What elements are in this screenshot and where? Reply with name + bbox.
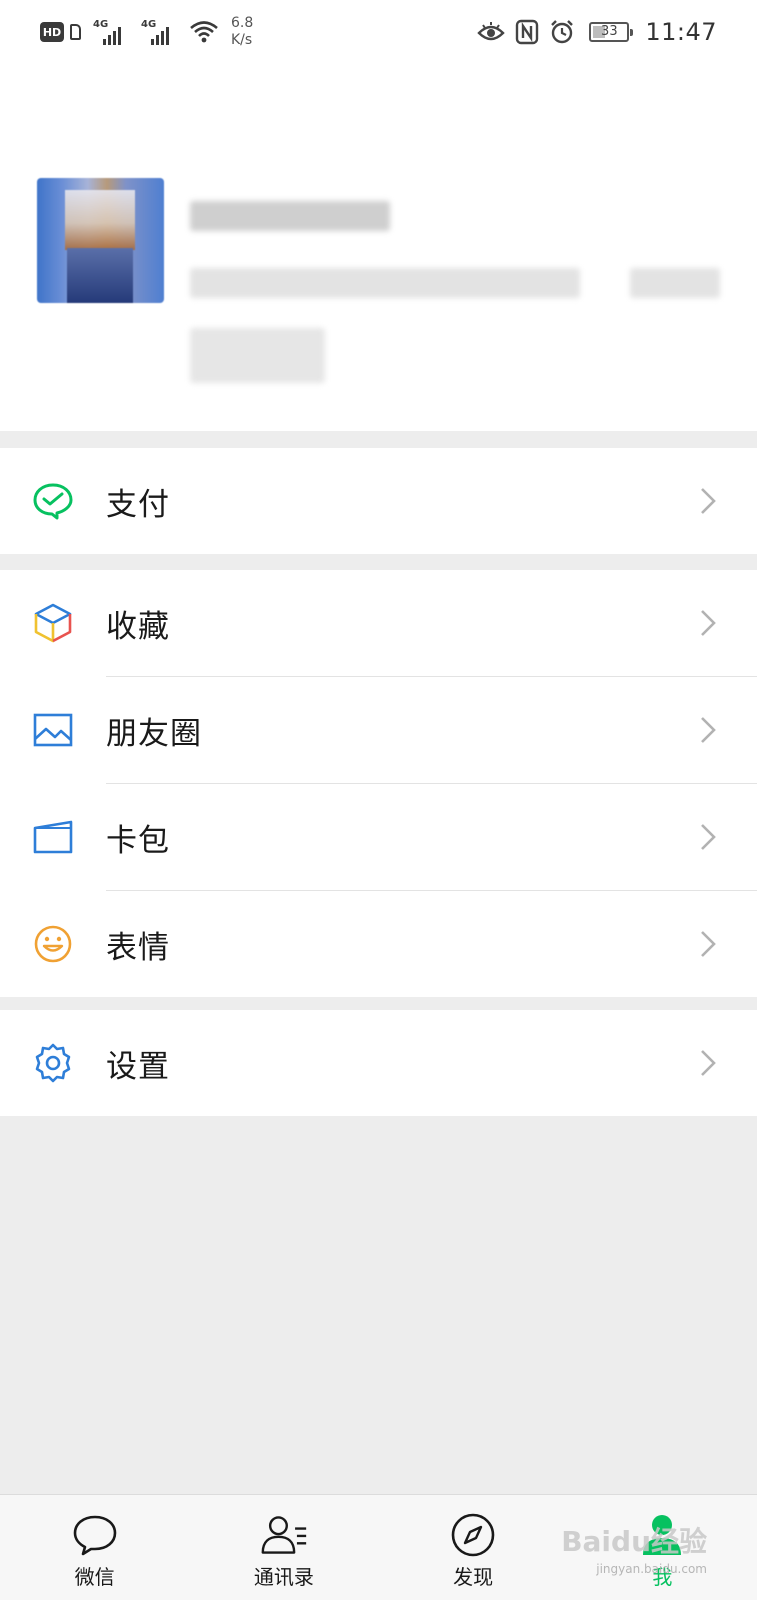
menu-item-stickers[interactable]: 表情 — [0, 891, 757, 997]
menu-group-settings: 设置 — [0, 1010, 757, 1116]
menu-group-main: 收藏 朋友圈 卡包 表情 — [0, 570, 757, 997]
status-time: 11:47 — [645, 18, 717, 46]
menu-group-pay: 支付 — [0, 448, 757, 554]
menu-item-moments[interactable]: 朋友圈 — [0, 677, 757, 783]
menu-item-label: 表情 — [106, 929, 170, 966]
net-speed-value: 6.8 — [231, 15, 254, 31]
battery-icon: 33 — [589, 22, 634, 42]
net-speed: 6.8 K/s — [231, 15, 253, 49]
menu-item-pay[interactable]: 支付 — [0, 448, 757, 554]
battery-level: 33 — [601, 24, 618, 39]
tab-discover[interactable]: 发现 — [379, 1495, 568, 1600]
signal-icon: 4G — [93, 17, 131, 47]
sim-icon — [70, 24, 81, 40]
signal-icon: 4G — [141, 17, 179, 47]
avatar[interactable] — [37, 178, 164, 303]
tab-chats[interactable]: 微信 — [0, 1495, 189, 1600]
moments-picture-icon — [32, 709, 74, 751]
chevron-right-icon — [701, 824, 716, 850]
tab-label: 发现 — [453, 1565, 494, 1589]
tab-me[interactable]: 我 — [568, 1495, 757, 1600]
status-right: 33 11:47 — [477, 14, 717, 50]
menu-item-label: 收藏 — [106, 608, 170, 645]
menu-item-label: 支付 — [106, 486, 170, 523]
tab-label: 我 — [652, 1565, 673, 1589]
redacted-nickname — [190, 201, 390, 231]
redacted-wechat-id — [190, 268, 580, 298]
gear-icon — [32, 1042, 74, 1084]
tab-label: 通讯录 — [253, 1565, 314, 1589]
tab-contacts[interactable]: 通讯录 — [189, 1495, 378, 1600]
compass-icon — [449, 1511, 497, 1559]
nfc-icon — [516, 19, 539, 45]
contacts-icon — [260, 1511, 308, 1559]
chevron-right-icon — [701, 488, 716, 514]
chevron-right-icon — [701, 1050, 716, 1076]
net-speed-unit: K/s — [231, 32, 253, 48]
wifi-icon — [190, 21, 218, 43]
chevron-right-icon — [701, 610, 716, 636]
redacted-status[interactable] — [190, 328, 325, 383]
favorites-cube-icon — [32, 602, 74, 644]
bottom-tab-bar: 微信 通讯录 发现 我 — [0, 1494, 757, 1600]
pay-icon — [32, 480, 74, 522]
profile-header[interactable] — [0, 66, 757, 431]
menu-item-label: 朋友圈 — [106, 715, 202, 752]
chevron-right-icon — [701, 931, 716, 957]
sticker-smile-icon — [32, 923, 74, 965]
menu-item-settings[interactable]: 设置 — [0, 1010, 757, 1116]
tab-label: 微信 — [74, 1565, 115, 1589]
status-bar: HD 4G 4G 6.8 K/s 33 11:47 — [0, 0, 757, 66]
menu-item-label: 设置 — [106, 1048, 170, 1085]
chat-bubble-icon — [71, 1511, 119, 1559]
card-wallet-icon — [32, 816, 74, 858]
eye-comfort-icon — [477, 22, 506, 41]
chevron-right-icon — [701, 717, 716, 743]
status-left: HD 4G 4G 6.8 K/s — [40, 12, 253, 52]
menu-item-card-wallet[interactable]: 卡包 — [0, 784, 757, 890]
me-person-icon — [638, 1511, 686, 1559]
hd-icon: HD — [40, 22, 64, 42]
redacted-qr-area[interactable] — [630, 268, 720, 298]
wechat-me-screen: HD 4G 4G 6.8 K/s 33 11:47 支付 收藏 朋友圈 卡包 表… — [0, 0, 757, 1600]
menu-item-favorites[interactable]: 收藏 — [0, 570, 757, 676]
alarm-icon — [551, 20, 574, 44]
menu-item-label: 卡包 — [106, 822, 170, 859]
